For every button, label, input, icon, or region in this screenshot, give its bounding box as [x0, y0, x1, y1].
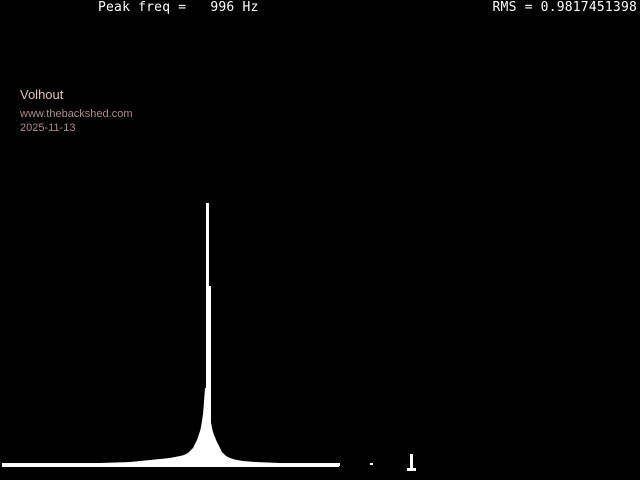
spectrum-trace	[2, 203, 416, 471]
fft-analyzer-screen: Peak freq = 996 Hz RMS = 0.9817451398 Vo…	[0, 0, 640, 480]
